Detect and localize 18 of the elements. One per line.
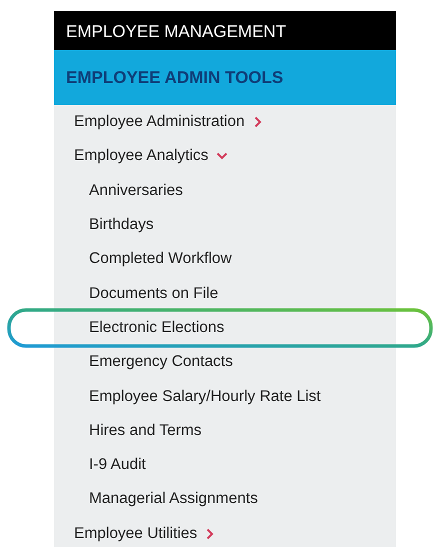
submenu-item[interactable]: I-9 Audit: [89, 456, 146, 474]
section-title: EMPLOYEE ADMIN TOOLS: [54, 50, 396, 105]
menu-item[interactable]: Employee Analytics: [74, 147, 208, 166]
chevron-right-icon[interactable]: [252, 116, 263, 128]
submenu-item[interactable]: Hires and Terms: [89, 422, 202, 440]
submenu-item[interactable]: Anniversaries: [89, 182, 183, 200]
submenu-item[interactable]: Completed Workflow: [89, 250, 232, 268]
submenu-item[interactable]: Electronic Elections: [89, 318, 224, 337]
chevron-down-icon[interactable]: [216, 151, 228, 162]
menu-item[interactable]: Employee Utilities: [74, 524, 198, 543]
submenu-item[interactable]: Documents on File: [89, 284, 218, 303]
submenu-item[interactable]: Managerial Assignments: [89, 490, 258, 508]
menu-item[interactable]: Employee Administration: [74, 113, 245, 132]
panel-title: EMPLOYEE MANAGEMENT: [54, 11, 396, 50]
submenu-item[interactable]: Employee Salary/Hourly Rate List: [89, 388, 321, 406]
submenu-item[interactable]: Birthdays: [89, 216, 154, 234]
chevron-right-icon[interactable]: [205, 528, 216, 540]
submenu-item[interactable]: Emergency Contacts: [89, 353, 233, 372]
